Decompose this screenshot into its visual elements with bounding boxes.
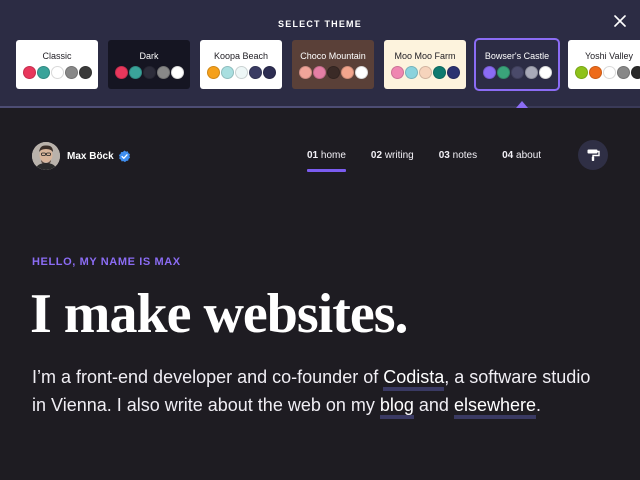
theme-picker-title: SELECT THEME <box>278 19 362 29</box>
color-swatch <box>78 66 92 79</box>
theme-name: Bowser's Castle <box>484 51 550 61</box>
color-swatch <box>524 66 538 79</box>
nav-item-home[interactable]: 01 home <box>307 150 346 172</box>
color-swatch <box>390 66 404 79</box>
color-swatch <box>602 66 616 79</box>
nav-number: 04 <box>502 150 514 161</box>
nav-label: home <box>320 150 346 161</box>
elsewhere-link[interactable]: elsewhere <box>453 395 536 419</box>
hero-greeting: HELLO, MY NAME IS MAX <box>32 256 181 268</box>
color-swatches <box>298 66 368 79</box>
color-swatch <box>114 66 128 79</box>
site-header: Max Böck 01 home 02 writing 03 notes 04 … <box>32 140 608 172</box>
color-swatch <box>630 66 640 79</box>
color-swatch <box>574 66 588 79</box>
color-swatch <box>482 66 496 79</box>
nav-label: about <box>516 150 542 161</box>
color-swatch <box>418 66 432 79</box>
intro-text: . <box>536 395 542 415</box>
color-swatch <box>312 66 326 79</box>
color-swatch <box>446 66 460 79</box>
theme-option-dark[interactable]: Dark <box>108 40 190 89</box>
theme-option-yoshi-valley[interactable]: Yoshi Valley <box>568 40 640 89</box>
intro-text: and <box>413 395 454 415</box>
color-swatch <box>248 66 262 79</box>
color-swatch <box>326 66 340 79</box>
color-swatch <box>36 66 50 79</box>
theme-option-moo-moo-farm[interactable]: Moo Moo Farm <box>384 40 466 89</box>
paint-roller-icon <box>587 149 600 161</box>
color-swatch <box>234 66 248 79</box>
theme-name: Classic <box>42 51 72 61</box>
site-owner-name: Max Böck <box>67 150 114 162</box>
close-button[interactable] <box>610 11 630 31</box>
avatar <box>32 142 60 170</box>
color-swatches <box>22 66 92 79</box>
color-swatches <box>574 66 640 79</box>
theme-name: Yoshi Valley <box>584 51 634 61</box>
panel-divider <box>0 106 640 108</box>
codista-link[interactable]: Codista <box>383 367 445 391</box>
color-swatch <box>588 66 602 79</box>
main-nav: 01 home 02 writing 03 notes 04 about <box>307 150 566 172</box>
color-swatch <box>354 66 368 79</box>
color-swatch <box>404 66 418 79</box>
color-swatch <box>616 66 630 79</box>
hero-headline: I make websites. <box>30 283 409 345</box>
verified-badge-icon <box>118 149 130 162</box>
selected-theme-pointer <box>516 101 528 108</box>
color-swatch <box>170 66 184 79</box>
color-swatch <box>262 66 276 79</box>
nav-number: 03 <box>438 150 450 161</box>
color-swatches <box>482 66 552 79</box>
color-swatch <box>220 66 234 79</box>
color-swatch <box>50 66 64 79</box>
theme-option-bowser-s-castle[interactable]: Bowser's Castle <box>474 38 560 91</box>
color-swatch <box>510 66 524 79</box>
hero-intro: I’m a front-end developer and co-founder… <box>32 363 592 419</box>
theme-option-choco-mountain[interactable]: Choco Mountain <box>292 40 374 89</box>
blog-link[interactable]: blog <box>379 395 414 419</box>
color-swatch <box>128 66 142 79</box>
theme-name: Moo Moo Farm <box>394 51 456 61</box>
color-swatch <box>156 66 170 79</box>
theme-option-koopa-beach[interactable]: Koopa Beach <box>200 40 282 89</box>
color-swatch <box>496 66 510 79</box>
theme-name: Koopa Beach <box>213 51 269 61</box>
theme-option-classic[interactable]: Classic <box>16 40 98 89</box>
nav-number: 02 <box>370 150 383 161</box>
nav-item-notes[interactable]: 03 notes <box>439 150 477 161</box>
intro-text: I’m a front-end developer and co-founder… <box>32 367 384 387</box>
color-swatches <box>206 66 276 79</box>
color-swatch <box>142 66 156 79</box>
color-swatch <box>22 66 36 79</box>
theme-name: Dark <box>139 51 159 61</box>
home-link[interactable]: Max Böck <box>32 142 131 170</box>
color-swatches <box>390 66 460 79</box>
nav-label: notes <box>452 150 478 161</box>
color-swatches <box>114 66 184 79</box>
color-swatch <box>298 66 312 79</box>
nav-item-writing[interactable]: 02 writing <box>371 150 414 161</box>
nav-number: 01 <box>307 150 319 161</box>
nav-label: writing <box>384 150 414 161</box>
color-swatch <box>432 66 446 79</box>
close-icon <box>614 15 626 27</box>
theme-picker-panel: SELECT THEME Classic Dark Koopa Beach Choco… <box>0 0 640 108</box>
color-swatch <box>340 66 354 79</box>
color-swatch <box>538 66 552 79</box>
nav-item-about[interactable]: 04 about <box>502 150 541 161</box>
theme-name: Choco Mountain <box>300 51 366 61</box>
color-swatch <box>206 66 220 79</box>
color-swatch <box>64 66 78 79</box>
theme-list: Classic Dark Koopa Beach Choco Mountain Moo … <box>16 38 640 91</box>
theme-switcher-button[interactable] <box>578 140 608 170</box>
